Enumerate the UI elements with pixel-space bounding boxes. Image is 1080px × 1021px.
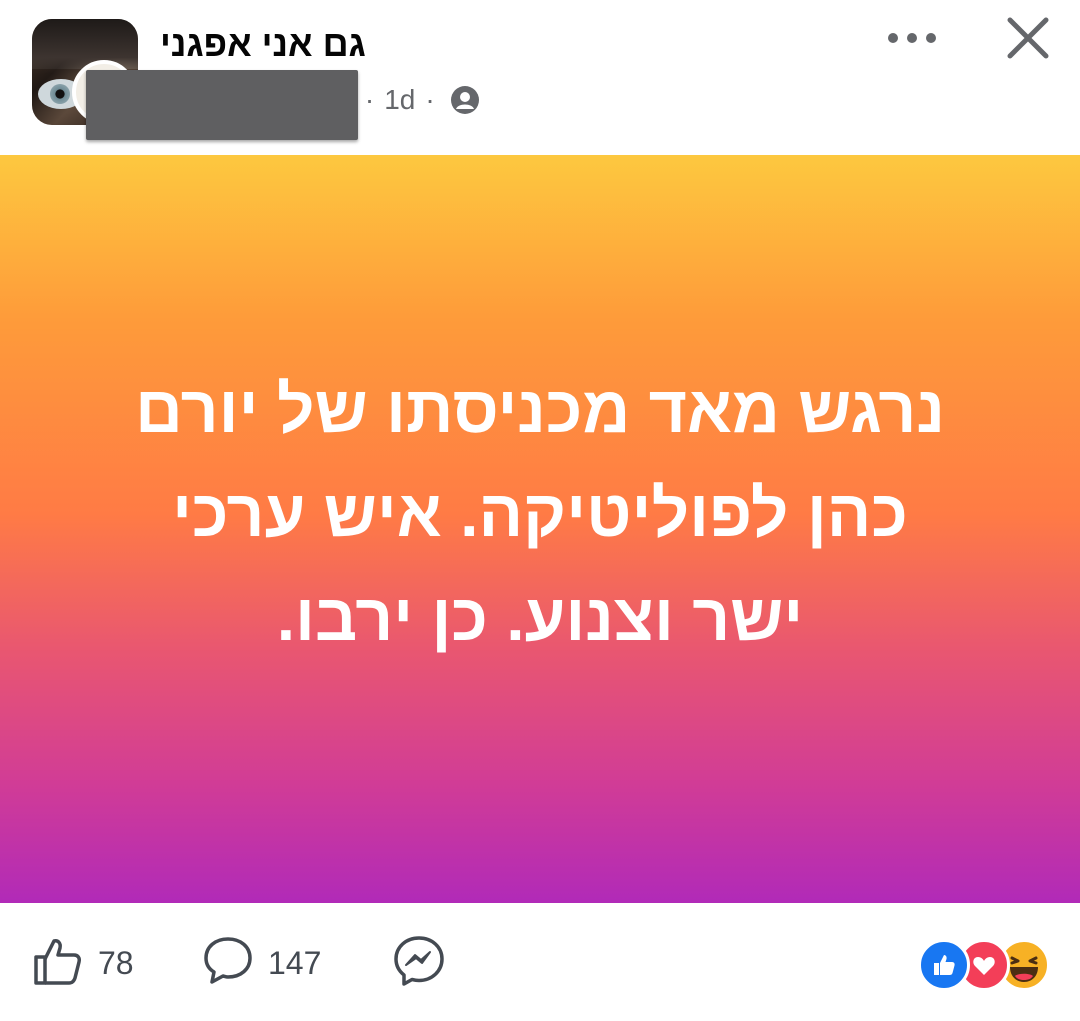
comment-bubble-icon — [202, 935, 254, 992]
thumbs-up-icon — [32, 935, 84, 992]
redaction-box — [86, 70, 358, 140]
post-actions: 78 147 — [0, 903, 1080, 1021]
close-icon — [1006, 16, 1050, 65]
like-button[interactable]: 78 — [32, 933, 134, 993]
meta-separator: · — [364, 84, 375, 115]
post-time[interactable]: 1d — [384, 84, 415, 116]
post-viewer: גם אני אפגני m · 1d · — [0, 0, 1080, 1021]
post-header: גם אני אפגני m · 1d · — [0, 0, 1080, 155]
post-background: נרגש מאד מכניסתו של יורם כהן לפוליטיקה. … — [0, 155, 1080, 903]
more-options-button[interactable] — [880, 20, 944, 60]
members-only-icon — [449, 84, 481, 116]
close-button[interactable] — [998, 12, 1058, 68]
send-in-messenger-button[interactable] — [392, 933, 446, 993]
more-horizontal-icon — [887, 31, 937, 49]
like-reaction-icon — [918, 939, 970, 991]
group-name[interactable]: גם אני אפגני — [160, 22, 366, 66]
comment-count: 147 — [268, 944, 322, 981]
messenger-icon — [392, 934, 446, 993]
comment-button[interactable]: 147 — [202, 933, 321, 993]
reaction-summary[interactable] — [918, 939, 1058, 991]
post-text: נרגש מאד מכניסתו של יורם כהן לפוליטיקה. … — [135, 372, 945, 654]
like-count: 78 — [98, 944, 134, 981]
meta-separator: · — [425, 84, 435, 115]
